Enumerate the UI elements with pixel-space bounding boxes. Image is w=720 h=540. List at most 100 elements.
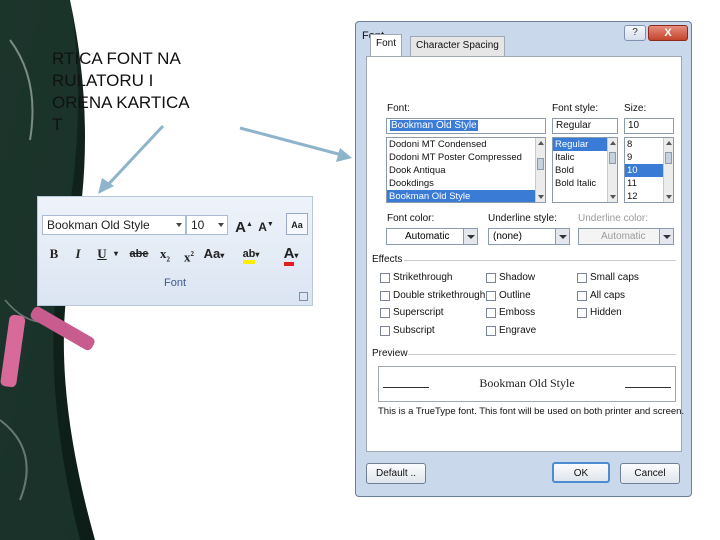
font-style-list[interactable]: Regular Italic Bold Bold Italic [552, 137, 618, 203]
strikethrough-icon: abe [129, 248, 149, 260]
size-input[interactable]: 10 [624, 118, 674, 134]
slide-line-3: ORENA KARTICA [52, 93, 190, 112]
size-list[interactable]: 8 9 10 11 12 [624, 137, 674, 203]
scrollbar[interactable] [607, 138, 617, 202]
dialog-launcher-icon[interactable] [299, 292, 308, 301]
tab-font[interactable]: Font [370, 34, 403, 56]
underline-color-value: Automatic [601, 231, 646, 242]
size-value: 10 [628, 120, 640, 131]
underline-color-select: Automatic [578, 228, 674, 245]
underline-style-select[interactable]: (none) [488, 228, 570, 245]
grow-font-icon: A [235, 219, 246, 236]
font-name-list[interactable]: Dodoni MT Condensed Dodoni MT Poster Com… [386, 137, 546, 203]
scroll-up-icon[interactable] [538, 141, 544, 145]
chevron-down-icon[interactable] [463, 229, 477, 244]
subscript-label: Subscript [393, 325, 435, 336]
font-name-value: Bookman Old Style [390, 120, 478, 131]
font-color-select[interactable]: Automatic [386, 228, 478, 245]
chevron-down-icon [659, 229, 673, 244]
scroll-thumb[interactable] [609, 152, 616, 164]
clear-formatting-button[interactable]: Aa [286, 213, 308, 235]
hidden-checkbox[interactable] [577, 308, 587, 318]
list-item-selected[interactable]: Bookman Old Style [387, 190, 545, 202]
ok-button-label: OK [573, 468, 589, 479]
scroll-thumb[interactable] [537, 158, 544, 170]
slide-line-2: RULATORU I [52, 71, 154, 90]
scrollbar[interactable] [535, 138, 545, 202]
list-item[interactable]: Dodoni MT Condensed [387, 138, 545, 151]
underline-button[interactable]: U [92, 243, 112, 265]
double-strikethrough-label: Double strikethrough [393, 290, 486, 301]
preview-divider [408, 354, 676, 355]
underline-dropdown[interactable]: ▾ [112, 243, 120, 265]
all-caps-checkbox[interactable] [577, 291, 587, 301]
engrave-checkbox[interactable] [486, 326, 496, 336]
change-case-button[interactable]: Aa▾ [202, 243, 226, 265]
strikethrough-button[interactable]: abe [126, 243, 152, 265]
double-strikethrough-checkbox[interactable] [380, 291, 390, 301]
preview-box: Bookman Old Style [378, 366, 676, 402]
shrink-font-button[interactable]: A▼ [256, 214, 276, 236]
subscript-button[interactable]: x2 [156, 243, 174, 265]
chevron-down-icon[interactable] [555, 229, 569, 244]
shadow-label: Shadow [499, 272, 536, 283]
bold-button[interactable]: B [44, 243, 64, 265]
outline-checkbox[interactable] [486, 291, 496, 301]
italic-button[interactable]: I [68, 243, 88, 265]
strikethrough-label: Strikethrough [393, 272, 453, 283]
font-color-button[interactable]: A▾ [276, 243, 306, 266]
ok-button[interactable]: OK [552, 462, 610, 483]
superscript-button[interactable]: x2 [180, 243, 198, 265]
underline-icon: U [97, 246, 107, 261]
help-button[interactable]: ? [624, 25, 646, 41]
grow-font-button[interactable]: A▲ [234, 214, 254, 236]
scroll-up-icon[interactable] [610, 141, 616, 145]
scroll-down-icon[interactable] [610, 195, 616, 199]
scroll-up-icon[interactable] [666, 141, 672, 145]
close-button[interactable]: X [648, 25, 688, 41]
ribbon-font-group: Bookman Old Style 10 A▲ A▼ Aa B I U ▾ ab… [37, 196, 313, 306]
emboss-checkbox[interactable] [486, 308, 496, 318]
scroll-thumb[interactable] [665, 152, 672, 164]
font-style-value: Regular [556, 120, 592, 131]
small-caps-checkbox[interactable] [577, 273, 587, 283]
ribbon-font-name: Bookman Old Style [47, 218, 150, 232]
shadow-checkbox[interactable] [486, 273, 496, 283]
subscript-checkbox[interactable] [380, 326, 390, 336]
small-caps-label: Small caps [590, 272, 639, 283]
scroll-down-icon[interactable] [666, 195, 672, 199]
ribbon-group-label: Font [163, 277, 186, 289]
tab-font-label: Font [376, 38, 397, 49]
list-item[interactable]: Dookdings [387, 177, 545, 190]
default-button[interactable]: Default .. [366, 463, 426, 484]
change-case-icon: Aa [203, 246, 221, 261]
chevron-down-icon [176, 223, 182, 227]
slide-line-1: RTICA FONT NA [52, 49, 181, 68]
list-item[interactable]: Dook Antiqua [387, 164, 545, 177]
outline-label: Outline [499, 290, 531, 301]
ribbon-font-name-combo[interactable]: Bookman Old Style [42, 215, 186, 235]
preview-note: This is a TrueType font. This font will … [378, 406, 685, 417]
ribbon-font-size: 10 [191, 218, 205, 232]
emboss-label: Emboss [499, 307, 536, 318]
ribbon-font-size-combo[interactable]: 10 [186, 215, 228, 235]
highlight-button[interactable]: ab▾ [238, 243, 264, 265]
slide-heading: RTICA FONT NA RULATORU I ORENA KARTICA T [52, 48, 272, 136]
underline-color-label: Underline color: [578, 213, 649, 224]
bold-icon: B [49, 246, 59, 261]
scroll-down-icon[interactable] [538, 195, 544, 199]
list-item[interactable]: Dodoni MT Poster Compressed [387, 151, 545, 164]
font-style-input[interactable]: Regular [552, 118, 618, 134]
font-name-input[interactable]: Bookman Old Style [386, 118, 546, 134]
italic-icon: I [75, 246, 81, 261]
cancel-button-label: Cancel [634, 468, 666, 479]
tab-character-spacing[interactable]: Character Spacing [410, 36, 505, 56]
cancel-button[interactable]: Cancel [620, 463, 680, 484]
strikethrough-checkbox[interactable] [380, 273, 390, 283]
preview-text: Bookman Old Style [479, 376, 575, 390]
underline-style-value: (none) [493, 231, 522, 242]
scrollbar[interactable] [663, 138, 673, 202]
shrink-font-icon: A [258, 220, 267, 234]
all-caps-label: All caps [590, 290, 626, 301]
superscript-checkbox[interactable] [380, 308, 390, 318]
